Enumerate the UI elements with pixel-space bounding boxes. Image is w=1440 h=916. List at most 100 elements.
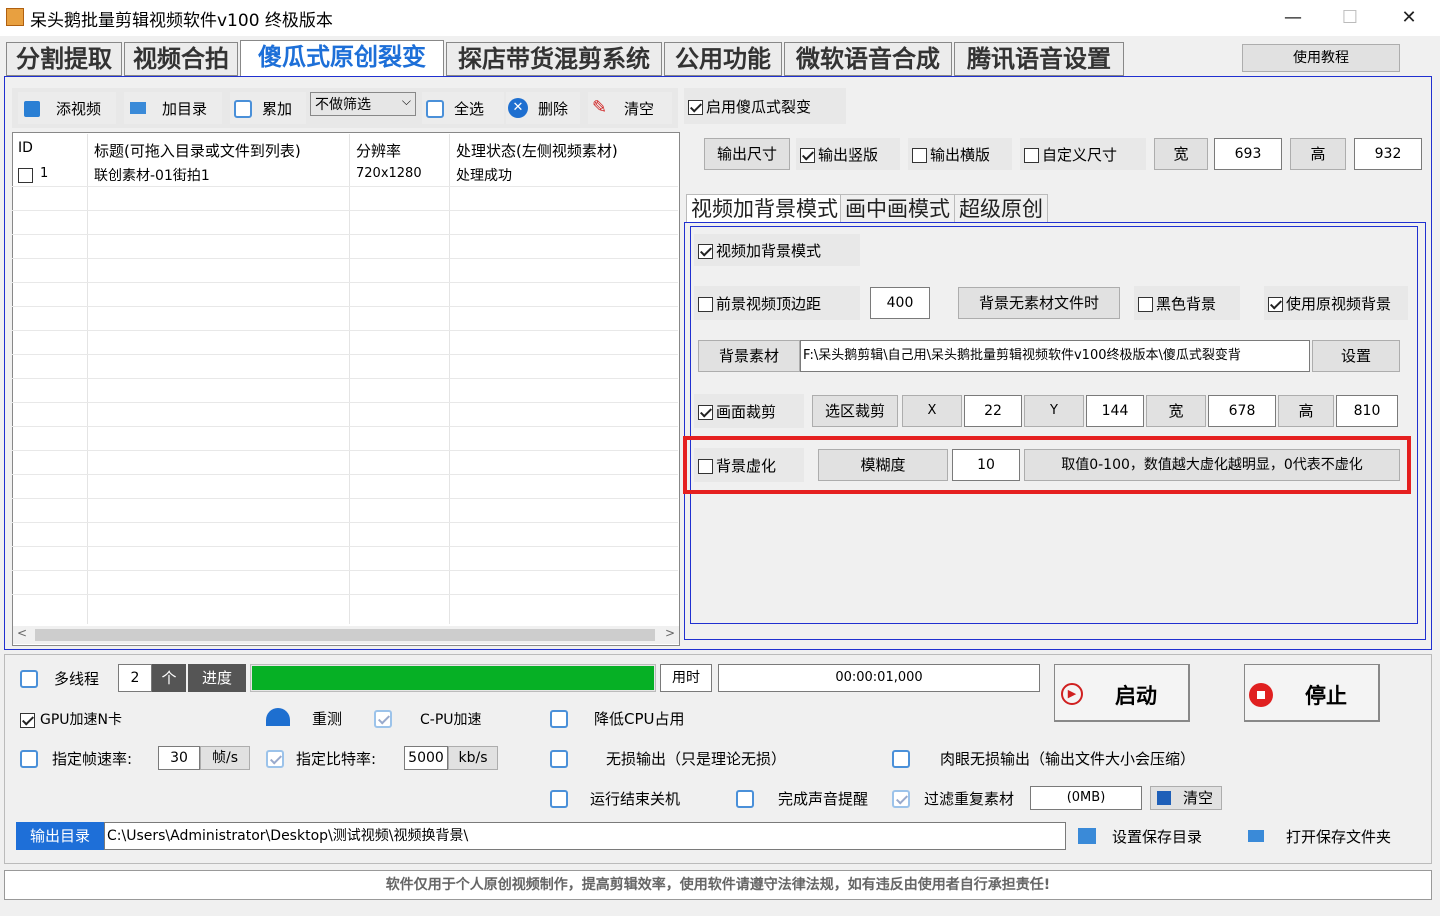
crop-select-button[interactable]: 选区裁剪 (812, 395, 898, 427)
bg-no-file-button[interactable]: 背景无素材文件时 (958, 287, 1120, 319)
select-all-label: 全选 (454, 100, 485, 118)
blur-checkbox[interactable]: 背景虚化 (694, 448, 804, 482)
use-orig-bg-checkbox[interactable]: 使用原视频背景 (1264, 286, 1408, 320)
accumulate-checkbox[interactable]: 累加 (230, 92, 306, 124)
clear-cache-label: 清空 (1183, 789, 1214, 807)
width-button[interactable]: 宽 (1154, 138, 1208, 170)
select-all-checkbox[interactable]: 全选 (422, 92, 504, 124)
tab-tencent-tts[interactable]: 腾讯语音设置 (954, 42, 1124, 76)
bg-material-button[interactable]: 背景素材 (698, 340, 800, 372)
delete-button[interactable]: ✕ 删除 (506, 92, 580, 124)
close-button[interactable]: ✕ (1386, 4, 1432, 32)
output-dir-field[interactable]: C:\Users\Administrator\Desktop\测试视频\视频换背… (104, 822, 1066, 850)
custom-size-checkbox[interactable]: 自定义尺寸 (1020, 138, 1146, 170)
vertical-checkbox[interactable]: 输出竖版 (796, 138, 900, 170)
stop-icon (1249, 683, 1273, 707)
subtab-pip[interactable]: 画中画模式 (840, 194, 955, 224)
cache-size-field: (0MB) (1030, 786, 1142, 810)
blur-degree-field[interactable]: 10 (952, 449, 1020, 481)
x-label-button[interactable]: X (902, 395, 962, 427)
bg-mode-checkbox[interactable]: 视频加背景模式 (694, 234, 860, 266)
bitrate-field[interactable]: 5000 (404, 746, 448, 770)
horizontal-scrollbar[interactable]: < > (13, 626, 679, 644)
col-title-header[interactable]: 标题(可拖入目录或文件到列表) (94, 140, 301, 161)
clear-cache-button[interactable]: 清空 (1150, 786, 1222, 810)
height-field[interactable]: 932 (1354, 138, 1422, 170)
crop-width-button[interactable]: 宽 (1146, 395, 1206, 427)
start-button[interactable]: ▶ 启动 (1054, 664, 1190, 722)
crop-width-field[interactable]: 678 (1208, 395, 1276, 427)
crop-height-field[interactable]: 810 (1336, 395, 1398, 427)
gpu-checkbox[interactable]: GPU加速N卡 (20, 706, 150, 732)
low-cpu-checkbox[interactable]: 降低CPU占用 (550, 706, 690, 732)
row-line (12, 594, 678, 595)
horizontal-checkbox[interactable]: 输出横版 (908, 138, 1012, 170)
black-bg-checkbox[interactable]: 黑色背景 (1134, 286, 1240, 320)
low-cpu-check-icon (550, 709, 568, 728)
cpu-accel-label: C-PU加速 (420, 712, 482, 728)
enable-fission-checkbox[interactable]: 启用傻瓜式裂变 (684, 88, 846, 124)
set-save-dir-button[interactable]: 设置保存目录 (1076, 824, 1226, 850)
x-field[interactable]: 22 (964, 395, 1022, 427)
col-status-header[interactable]: 处理状态(左侧视频素材) (456, 140, 618, 161)
height-button[interactable]: 高 (1290, 138, 1346, 170)
tab-split[interactable]: 分割提取 (6, 42, 122, 76)
vertical-label: 输出竖版 (818, 146, 879, 164)
fg-top-margin-field[interactable]: 400 (870, 287, 930, 319)
row-line (12, 546, 678, 547)
maximize-button[interactable]: ☐ (1327, 4, 1373, 32)
tab-fission[interactable]: 傻瓜式原创裂变 (240, 40, 444, 76)
y-field[interactable]: 144 (1086, 395, 1144, 427)
clear-list-button[interactable]: ✎ 清空 (588, 92, 672, 124)
subtab-super[interactable]: 超级原创 (954, 194, 1048, 224)
tab-ms-tts[interactable]: 微软语音合成 (784, 42, 952, 76)
add-dir-button[interactable]: 加目录 (124, 92, 222, 124)
row-checkbox[interactable] (18, 168, 33, 183)
scroll-right-icon[interactable]: > (665, 626, 675, 640)
open-save-dir-button[interactable]: 打开保存文件夹 (1246, 824, 1416, 850)
scrollbar-thumb[interactable] (35, 629, 655, 641)
bitrate-checkbox[interactable]: 指定比特率: (264, 746, 400, 772)
fg-top-margin-checkbox[interactable]: 前景视频顶边距 (694, 286, 860, 320)
tab-merge[interactable]: 视频合拍 (124, 42, 238, 76)
threads-field[interactable]: 2 (118, 664, 152, 692)
filter-dropdown[interactable]: 不做筛选 ⌵ (310, 92, 416, 116)
filter-dup-check-icon (892, 789, 910, 808)
tab-store-mix[interactable]: 探店带货混剪系统 (446, 42, 662, 76)
col-id-header[interactable]: ID (18, 140, 33, 156)
fps-field[interactable]: 30 (158, 746, 200, 770)
tutorial-button[interactable]: 使用教程 (1242, 44, 1400, 72)
building-icon (1157, 791, 1171, 805)
y-label-button[interactable]: Y (1024, 395, 1084, 427)
subtab-bg-mode[interactable]: 视频加背景模式 (686, 194, 843, 224)
shutdown-checkbox[interactable]: 运行结束关机 (550, 786, 690, 812)
fps-checkbox[interactable]: 指定帧速率: (20, 746, 156, 772)
bg-path-field[interactable]: F:\呆头鹅剪辑\自己用\呆头鹅批量剪辑视频软件v100终极版本\傻瓜式裂变背 (800, 340, 1310, 372)
filter-value: 不做筛选 (315, 97, 371, 113)
filter-dup-checkbox[interactable]: 过滤重复素材 (892, 786, 1022, 812)
multithread-checkbox[interactable]: 多线程 (16, 664, 112, 692)
stop-button[interactable]: 停止 (1244, 664, 1380, 722)
row-status: 处理成功 (456, 168, 512, 184)
row-title: 联创素材-01街拍1 (94, 168, 210, 184)
progress-fill (252, 666, 654, 690)
retest-button[interactable]: 重测 (264, 706, 354, 732)
minimize-button[interactable]: — (1270, 4, 1316, 32)
clear-list-label: 清空 (624, 100, 655, 118)
sound-checkbox[interactable]: 完成声音提醒 (736, 786, 876, 812)
tab-public[interactable]: 公用功能 (664, 42, 782, 76)
row-line (12, 402, 678, 403)
output-size-button[interactable]: 输出尺寸 (704, 138, 790, 170)
visual-lossless-checkbox[interactable]: 肉眼无损输出（输出文件大小会压缩） (892, 746, 1195, 772)
crop-checkbox[interactable]: 画面裁剪 (694, 394, 804, 428)
set-bg-button[interactable]: 设置 (1312, 340, 1400, 372)
blur-degree-button[interactable]: 模糊度 (818, 449, 948, 481)
lossless-checkbox[interactable]: 无损输出（只是理论无损） (550, 746, 790, 772)
add-video-button[interactable]: 添视频 (18, 92, 116, 124)
scroll-left-icon[interactable]: < (17, 626, 27, 640)
table-row[interactable]: 1 联创素材-01街拍1 720x1280 处理成功 (12, 162, 678, 186)
col-resolution-header[interactable]: 分辨率 (356, 140, 401, 161)
crop-height-button[interactable]: 高 (1278, 395, 1334, 427)
width-field[interactable]: 693 (1214, 138, 1282, 170)
cpu-accel-checkbox[interactable]: C-PU加速 (372, 706, 492, 732)
